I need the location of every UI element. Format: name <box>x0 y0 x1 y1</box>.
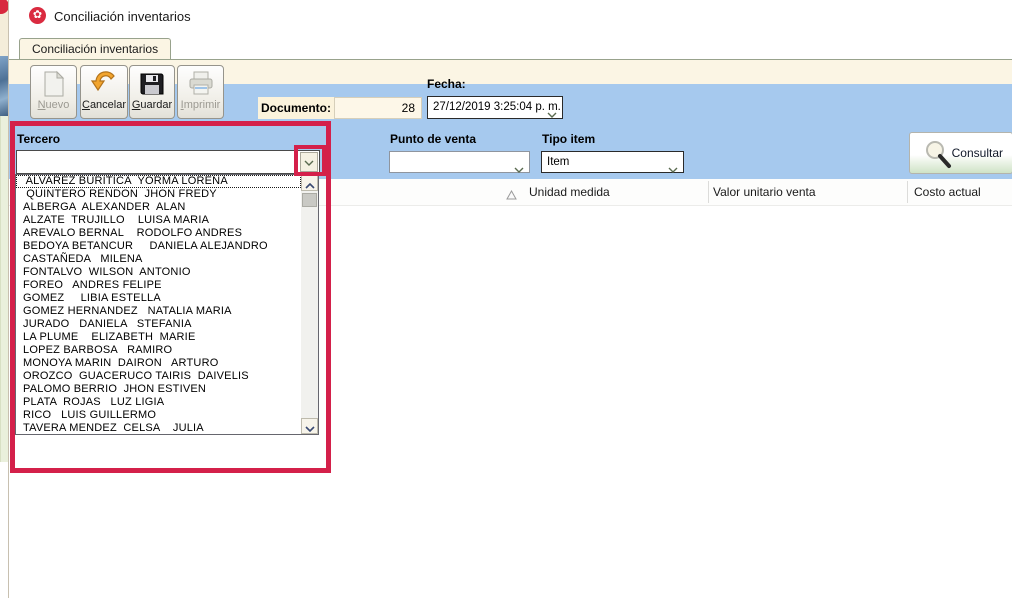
consultar-button[interactable]: Consultar <box>909 132 1012 174</box>
list-item[interactable]: CASTAÑEDA MILENA <box>16 253 301 266</box>
list-item[interactable]: GOMEZ HERNANDEZ NATALIA MARIA <box>16 305 301 318</box>
app-logo-icon: ✿ <box>29 7 46 24</box>
list-item[interactable]: LA PLUME ELIZABETH MARIE <box>16 331 301 344</box>
column-separator <box>708 181 709 203</box>
list-item[interactable]: PLATA ROJAS LUZ LIGIA <box>16 396 301 409</box>
list-item[interactable]: ALZATE TRUJILLO LUISA MARIA <box>16 214 301 227</box>
documento-field[interactable]: 28 <box>334 97 422 119</box>
list-item[interactable]: JURADO DANIELA STEFANIA <box>16 318 301 331</box>
list-item[interactable]: GOMEZ LIBIA ESTELLA <box>16 292 301 305</box>
imprimir-label: Imprimir <box>178 99 223 111</box>
new-document-icon <box>31 70 76 98</box>
chevron-down-icon <box>668 160 678 180</box>
list-item[interactable]: ALVAREZ BURITICA YORMA LORENA <box>16 175 301 188</box>
fecha-label: Fecha: <box>427 77 466 91</box>
list-item[interactable]: OROZCO GUACERUCO TAIRIS DAIVELIS <box>16 370 301 383</box>
consultar-label: Consultar <box>952 146 1003 160</box>
tab-strip: Conciliación inventarios <box>9 32 1012 59</box>
fecha-combobox[interactable]: 27/12/2019 3:25:04 p. m. <box>427 96 563 119</box>
punto-venta-label: Punto de venta <box>390 132 476 146</box>
chevron-down-icon <box>514 160 524 180</box>
fecha-value: 27/12/2019 3:25:04 p. m. <box>433 101 561 113</box>
cancelar-label: Cancelar <box>81 99 127 111</box>
column-header-valor-unitario-venta[interactable]: Valor unitario venta <box>713 185 816 199</box>
undo-arrow-icon <box>81 70 127 98</box>
list-item[interactable]: FONTALVO WILSON ANTONIO <box>16 266 301 279</box>
printer-icon <box>178 70 223 98</box>
chevron-down-icon <box>547 105 557 125</box>
window-title: Conciliación inventarios <box>54 9 191 24</box>
list-item[interactable]: ALBERGA ALEXANDER ALAN <box>16 201 301 214</box>
tipo-item-value: Item <box>547 156 569 168</box>
column-header-costo-actual[interactable]: Costo actual <box>914 185 981 199</box>
tercero-dropdown-list: ALVAREZ BURITICA YORMA LORENA QUINTERO R… <box>15 174 319 435</box>
nuevo-label: Nuevo <box>31 99 76 111</box>
tab-conciliacion-inventarios[interactable]: Conciliación inventarios <box>19 38 171 59</box>
documento-label: Documento: <box>258 97 334 119</box>
list-item[interactable]: RICO LUIS GUILLERMO <box>16 409 301 422</box>
list-item[interactable]: MONOYA MARIN DAIRON ARTURO <box>16 357 301 370</box>
column-separator <box>907 181 908 203</box>
list-item[interactable]: BEDOYA BETANCUR DANIELA ALEJANDRO <box>16 240 301 253</box>
tercero-dropdown-button[interactable] <box>300 152 318 172</box>
column-header-unidad-medida[interactable]: Unidad medida <box>529 185 610 199</box>
tercero-label: Tercero <box>17 132 60 146</box>
list-item[interactable]: AREVALO BERNAL RODOLFO ANDRES <box>16 227 301 240</box>
tipo-item-label: Tipo item <box>542 132 595 146</box>
scroll-down-button[interactable] <box>301 418 318 434</box>
nuevo-button: Nuevo <box>30 65 77 119</box>
title-bar: ✿ Conciliación inventarios <box>9 0 1012 32</box>
tercero-list-items: ALVAREZ BURITICA YORMA LORENA QUINTERO R… <box>16 175 301 434</box>
tipo-item-combobox[interactable]: Item <box>541 151 684 173</box>
vertical-scrollbar[interactable] <box>301 175 318 434</box>
floppy-disk-icon <box>130 70 174 98</box>
scrollbar-thumb[interactable] <box>302 193 317 207</box>
list-item[interactable]: QUINTERO RENDON JHON FREDY <box>16 188 301 201</box>
cancelar-button[interactable]: Cancelar <box>80 65 128 119</box>
sort-ascending-icon <box>506 187 517 205</box>
list-item[interactable]: PALOMO BERRIO JHON ESTIVEN <box>16 383 301 396</box>
imprimir-button: Imprimir <box>177 65 224 119</box>
guardar-label: Guardar <box>130 99 174 111</box>
guardar-button[interactable]: Guardar <box>129 65 175 119</box>
list-item[interactable]: TAVERA MENDEZ CELSA JULIA <box>16 422 301 434</box>
list-item[interactable]: FOREO ANDRES FELIPE <box>16 279 301 292</box>
tercero-combobox[interactable] <box>16 150 320 174</box>
punto-venta-combobox[interactable] <box>389 151 530 173</box>
list-item[interactable]: LOPEZ BARBOSA RAMIRO <box>16 344 301 357</box>
scroll-up-button[interactable] <box>301 175 318 191</box>
magnifier-icon <box>922 139 954 172</box>
